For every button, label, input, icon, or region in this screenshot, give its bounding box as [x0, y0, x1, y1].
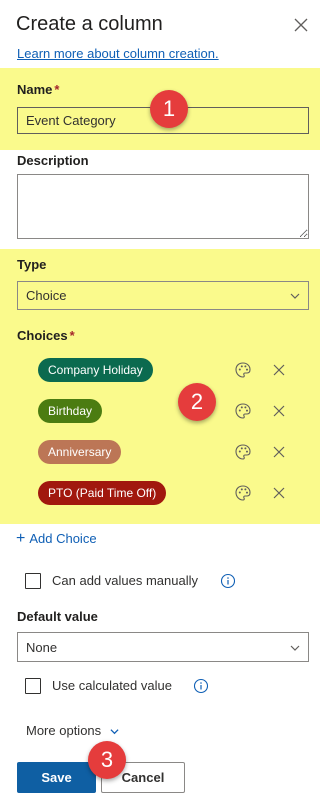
annotation-badge: 1	[150, 90, 188, 128]
panel-title: Create a column	[16, 13, 163, 35]
type-dropdown[interactable]: Choice	[17, 281, 309, 310]
annotation-badge: 2	[178, 383, 216, 421]
add-choice-label: Add Choice	[29, 531, 97, 546]
name-label-text: Name	[17, 82, 53, 97]
remove-choice-icon[interactable]	[272, 445, 286, 459]
remove-choice-icon[interactable]	[272, 363, 286, 377]
chevron-down-icon	[290, 293, 300, 299]
add-choice-link[interactable]: + Add Choice	[16, 530, 97, 548]
calculated-value-checkbox[interactable]	[25, 678, 41, 694]
required-mark: *	[54, 82, 60, 97]
save-button[interactable]: Save	[17, 762, 96, 793]
description-input[interactable]	[17, 174, 309, 239]
choices-label: Choices *	[17, 328, 75, 343]
manual-values-checkbox[interactable]	[25, 573, 41, 589]
chevron-down-icon	[110, 729, 119, 735]
palette-icon[interactable]	[234, 361, 252, 379]
more-options-label: More options	[26, 723, 102, 738]
description-label: Description	[17, 153, 89, 168]
type-label: Type	[17, 257, 47, 272]
remove-choice-icon[interactable]	[272, 486, 286, 500]
default-value-dropdown[interactable]: None	[17, 632, 309, 662]
learn-more-link[interactable]: Learn more about column creation.	[17, 46, 219, 61]
palette-icon[interactable]	[234, 402, 252, 420]
choice-chip[interactable]: PTO (Paid Time Off)	[38, 481, 167, 505]
type-dropdown-value: Choice	[26, 288, 67, 303]
choices-label-text: Choices	[17, 328, 68, 343]
manual-values-label: Can add values manually	[52, 573, 198, 588]
name-label: Name *	[17, 82, 59, 97]
default-value-label: Default value	[17, 609, 98, 624]
chevron-down-icon	[290, 645, 300, 651]
close-icon[interactable]	[293, 17, 309, 33]
info-icon[interactable]	[220, 573, 236, 589]
palette-icon[interactable]	[234, 443, 252, 461]
annotation-badge: 3	[88, 741, 126, 779]
plus-icon: +	[16, 530, 26, 547]
choice-chip[interactable]: Anniversary	[38, 440, 122, 464]
choice-chip[interactable]: Birthday	[38, 399, 103, 423]
remove-choice-icon[interactable]	[272, 404, 286, 418]
default-value-text: None	[26, 640, 58, 655]
info-icon[interactable]	[193, 678, 209, 694]
more-options-toggle[interactable]: More options	[26, 723, 119, 738]
choice-chip[interactable]: Company Holiday	[38, 358, 153, 382]
required-mark: *	[69, 328, 75, 343]
palette-icon[interactable]	[234, 484, 252, 502]
calculated-value-label: Use calculated value	[52, 678, 172, 693]
